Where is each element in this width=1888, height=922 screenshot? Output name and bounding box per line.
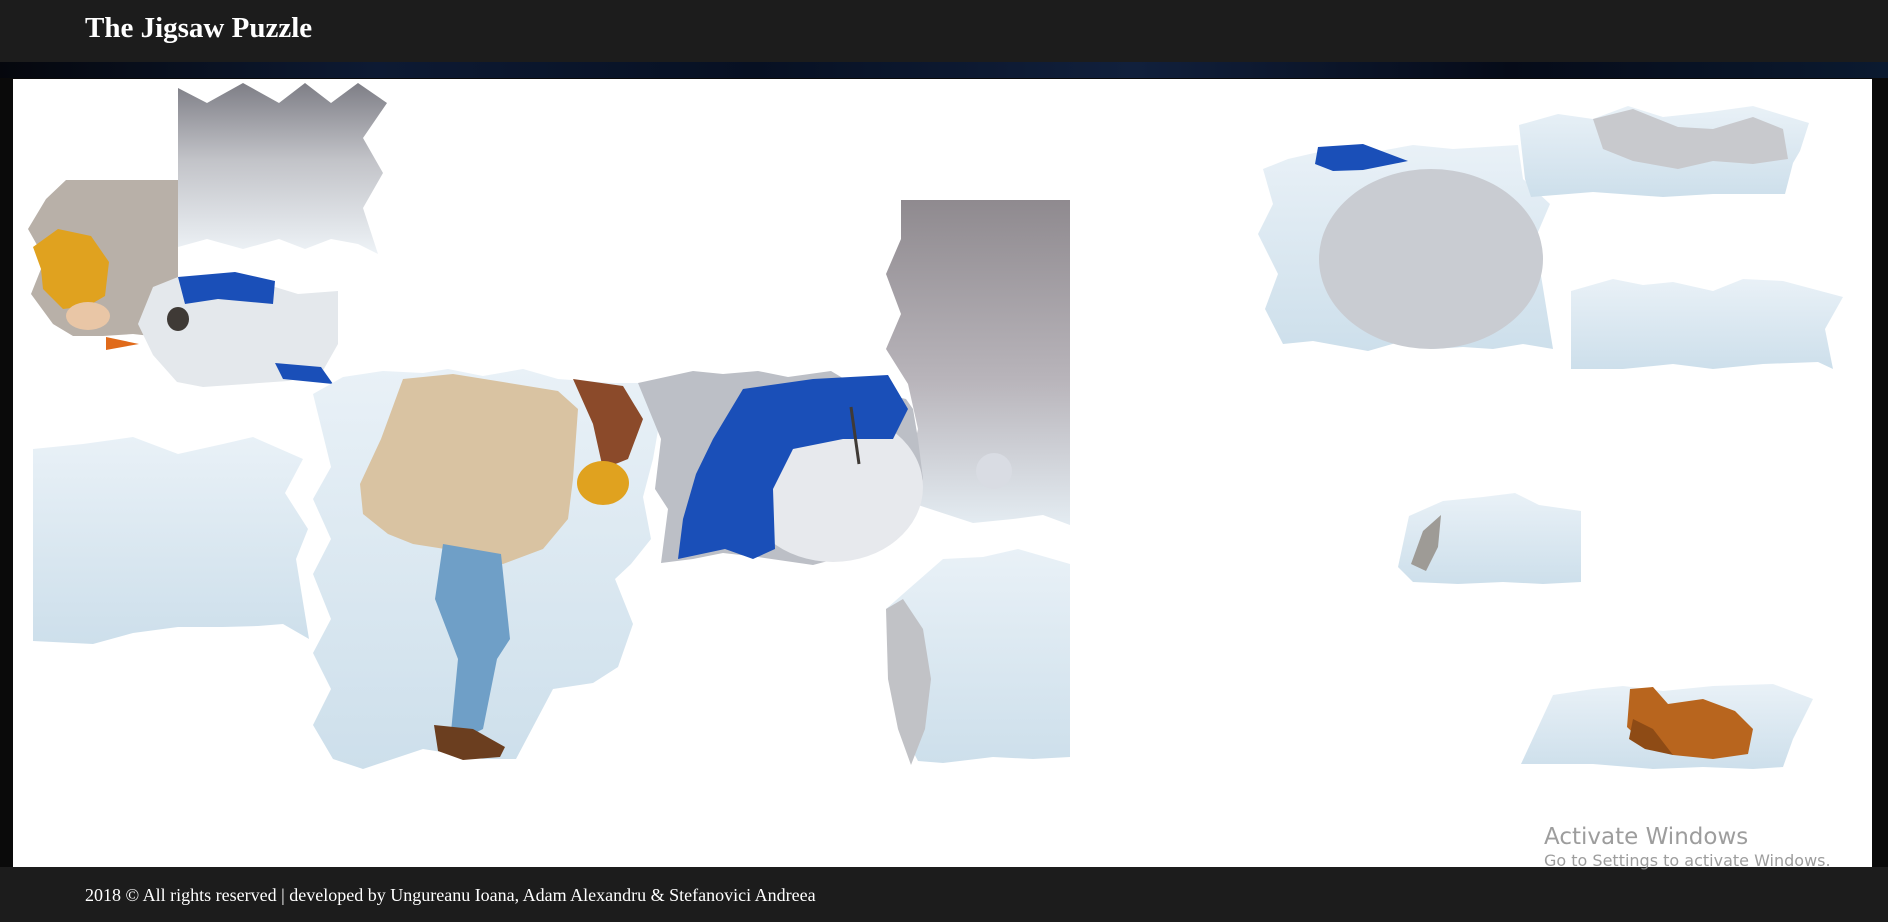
loose-piece-boots[interactable]: [1521, 684, 1813, 769]
puzzle-piece-snow-left[interactable]: [33, 437, 309, 644]
loose-piece-snow-small[interactable]: [1398, 493, 1581, 584]
puzzle-canvas: [28, 83, 1843, 769]
puzzle-piece-snowman-scarf[interactable]: [638, 371, 923, 565]
background-strip: [0, 62, 1888, 78]
watermark-subtitle: Go to Settings to activate Windows.: [1544, 851, 1831, 870]
activation-watermark: Activate Windows Go to Settings to activ…: [1544, 823, 1831, 871]
footer-credits: 2018 © All rights reserved | developed b…: [85, 885, 816, 905]
loose-piece-snowball[interactable]: [1258, 144, 1553, 351]
header-bar: The Jigsaw Puzzle: [0, 0, 1888, 65]
puzzle-piece-girl-torso[interactable]: [313, 369, 663, 769]
watermark-title: Activate Windows: [1544, 824, 1749, 850]
puzzle-board: [13, 79, 1872, 867]
puzzle-piece-snowman-head[interactable]: [138, 272, 338, 387]
loose-piece-snow-right[interactable]: [1571, 279, 1843, 369]
loose-piece-snow-top-right[interactable]: [1519, 106, 1809, 197]
puzzle-piece-sky-top[interactable]: [178, 83, 387, 254]
page-title: The Jigsaw Puzzle: [85, 12, 313, 44]
puzzle-piece-snow-bottom[interactable]: [886, 549, 1070, 765]
footer-bar: 2018 © All rights reserved | developed b…: [0, 867, 1888, 922]
